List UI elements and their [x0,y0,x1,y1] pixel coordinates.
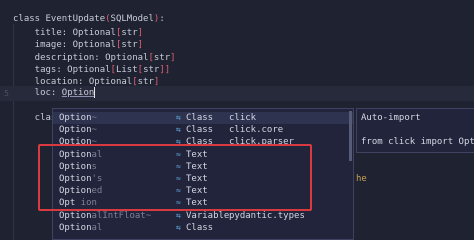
code-token: ] [137,40,144,50]
completion-match: Option [59,222,92,233]
completion-kind: Variable [186,210,230,221]
code-text: loc: Option [13,86,96,101]
code-token: class EventUpdate [13,14,106,24]
doc-title: Auto-import [361,113,421,123]
code-token: image: Optional [13,40,116,50]
code-token: SQLModel [110,14,154,24]
completion-detail: click.core [229,125,284,136]
code-token: : [159,14,165,24]
completion-detail: pydantic.types [229,210,305,221]
completion-label: Optional [59,222,102,234]
completion-suffix: ~ [91,113,97,123]
code-token: str [143,65,160,75]
completion-item[interactable]: Option~ ⇆ Class click.core [53,124,353,136]
class-icon: ⇆ [176,125,181,135]
code-token: tags: Optional [13,65,111,75]
line-gutter: 5 [4,89,9,98]
code-token: str [121,40,138,50]
completion-suffix: ~ [91,125,97,136]
code-token: description: Optional [13,53,149,63]
doc-import-line: from click import Optio [361,137,474,147]
code-token: ] [170,53,176,63]
autocomplete-doc-panel: Auto-import from click import Optio [356,108,474,153]
completion-item[interactable]: Optional ⇆ Class [53,222,353,234]
code-token: str [121,28,138,38]
code-line[interactable]: 5 loc: Option [0,86,474,101]
completion-kind: Class [186,113,214,123]
completion-item[interactable]: OptionalIntFloat~ ⇆ Variable pydantic.types [53,210,353,222]
text-cursor [94,87,96,98]
code-text: class EventUpdate(SQLModel): [13,12,165,27]
highlight-box [38,144,312,211]
class-icon: ⇆ [176,222,181,232]
code-token: List [115,65,138,75]
completion-match: Option [59,210,92,221]
completion-item[interactable]: Option~ ⇆ Class click [53,112,353,124]
completion-kind: Class [186,125,214,136]
code-token: ]] [159,65,171,75]
completion-label: Option~ [59,124,97,136]
completion-match: Option [59,125,92,136]
completion-suffix: alIntFloat~ [91,210,152,221]
completion-suffix: al [91,222,103,233]
variable-icon: ⇆ [176,210,181,220]
class-icon: ⇆ [176,113,181,122]
code-text: clas [13,111,57,126]
completion-match: Option [59,113,92,123]
autocomplete-scrollbar[interactable] [349,111,352,161]
completion-label: OptionalIntFloat~ [59,210,151,222]
code-token: loc: [13,88,62,98]
code-token: Option [61,88,95,98]
code-token: ] [137,28,144,38]
code-token: title: Optional [13,28,116,38]
code-token: clas [13,113,57,123]
code-token: str [153,53,171,63]
completion-label: Option~ [59,112,97,124]
completion-detail: click [229,113,257,123]
background-code-fragment: he [356,174,367,184]
code-line[interactable]: class EventUpdate(SQLModel): [0,12,474,27]
completion-kind: Class [186,222,214,233]
